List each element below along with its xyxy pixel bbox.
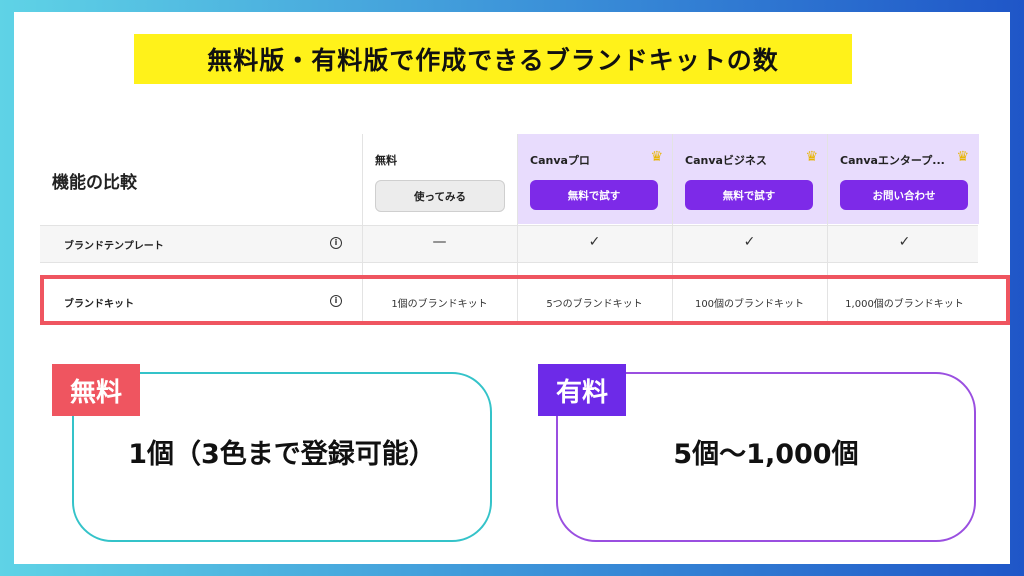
plan-header-business: Canvaビジネス ♛ 無料で試す bbox=[672, 134, 828, 224]
plan-header-enterprise: Canvaエンタープ... ♛ お問い合わせ bbox=[827, 134, 979, 224]
plan-name: 無料 bbox=[375, 154, 397, 167]
plan-header-free: 無料 使ってみる bbox=[362, 134, 518, 224]
pro-trial-button[interactable]: 無料で試す bbox=[530, 180, 658, 210]
info-icon[interactable]: i bbox=[330, 237, 342, 249]
paid-summary-text: 5個〜1,000個 bbox=[673, 439, 859, 470]
paid-tag: 有料 bbox=[538, 364, 626, 416]
free-summary-text: 1個（3色まで登録可能） bbox=[128, 439, 436, 470]
crown-icon: ♛ bbox=[805, 149, 818, 165]
plan-name: Canvaビジネス bbox=[685, 154, 767, 167]
table-cell: ✓ bbox=[588, 234, 601, 250]
crown-icon: ♛ bbox=[650, 149, 663, 165]
table-cell: — bbox=[432, 234, 447, 250]
business-trial-button[interactable]: 無料で試す bbox=[685, 180, 813, 210]
slide-title: 無料版・有料版で作成できるブランドキットの数 bbox=[134, 34, 852, 84]
plan-name: Canvaプロ bbox=[530, 154, 590, 167]
crown-icon: ♛ bbox=[956, 149, 969, 165]
row-label: ブランドテンプレート bbox=[64, 241, 164, 252]
contact-button[interactable]: お問い合わせ bbox=[840, 180, 968, 210]
table-cell: ✓ bbox=[898, 234, 911, 250]
table-row: ブランドテンプレート i — ✓ ✓ ✓ bbox=[40, 225, 978, 263]
free-tag: 無料 bbox=[52, 364, 140, 416]
plan-header-pro: Canvaプロ ♛ 無料で試す bbox=[517, 134, 673, 224]
try-free-button[interactable]: 使ってみる bbox=[375, 180, 505, 212]
slide-canvas: 無料版・有料版で作成できるブランドキットの数 機能の比較 無料 使ってみる Ca… bbox=[14, 12, 1010, 564]
brand-kit-row-highlight bbox=[40, 275, 1010, 325]
table-cell: ✓ bbox=[743, 234, 756, 250]
plan-name: Canvaエンタープ... bbox=[840, 154, 945, 167]
compare-heading: 機能の比較 bbox=[52, 173, 137, 193]
slide-frame: 無料版・有料版で作成できるブランドキットの数 機能の比較 無料 使ってみる Ca… bbox=[0, 0, 1024, 576]
